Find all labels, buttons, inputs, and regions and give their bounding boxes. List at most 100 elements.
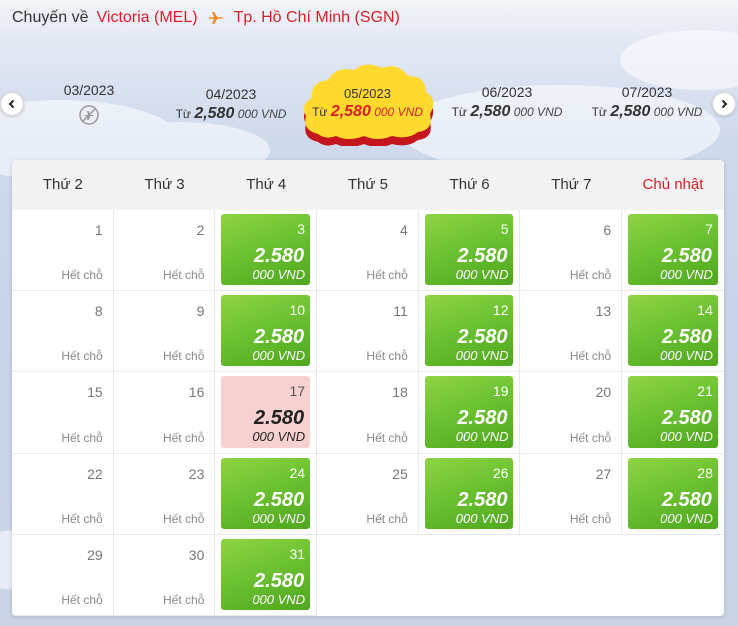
day-number: 17: [289, 383, 306, 400]
fare-box[interactable]: 24 2.580 000 VND: [221, 457, 311, 529]
fare-price-main: 2.580: [254, 245, 305, 267]
fare-box[interactable]: 12 2.580 000 VND: [424, 295, 514, 367]
sold-out-label: Hết chỗ: [61, 349, 103, 364]
calendar-day-cell[interactable]: 21 2.580 000 VND: [622, 372, 724, 454]
fare-box[interactable]: 7 2.580 000 VND: [628, 214, 718, 286]
sold-out-label: Hết chỗ: [569, 268, 612, 283]
day-number: 9: [196, 303, 205, 320]
sold-out-label: Hết chỗ: [366, 349, 408, 364]
calendar-day-cell[interactable]: 12 2.580 000 VND: [418, 291, 521, 373]
calendar-day-cell[interactable]: 28 2.580 000 VND: [622, 454, 724, 535]
fare-price-suffix: 000 VND: [660, 267, 713, 282]
sold-out-label: Hết chỗ: [366, 511, 408, 526]
weekday-header: Thứ 2 Thứ 3 Thứ 4 Thứ 5 Thứ 6 Thứ 7 Chủ …: [12, 160, 724, 210]
fare-box[interactable]: 31 2.580 000 VND: [221, 538, 311, 610]
price-main: 2,580: [610, 103, 651, 120]
fare-price-main: 2.580: [254, 569, 305, 592]
fare-price-main: 2.580: [457, 407, 508, 430]
day-number: 15: [87, 384, 103, 401]
month-tab-07-2023[interactable]: 07/2023 Từ 2,580 000 VND: [584, 84, 710, 121]
fare-price-suffix: 000 VND: [455, 348, 509, 364]
fare-price-main: 2.580: [457, 488, 508, 511]
sold-out-label: Hết chỗ: [163, 268, 205, 283]
day-number: 5: [500, 221, 509, 237]
fare-box[interactable]: 19 2.580 000 VND: [424, 376, 514, 448]
calendar-day-cell: 25 Hết chỗ: [317, 453, 419, 535]
calendar-day-cell[interactable]: 10 2.580 000 VND: [215, 291, 318, 373]
day-number: 1: [94, 222, 103, 238]
fare-price-main: 2.580: [661, 245, 712, 267]
month-name: 06/2023: [481, 84, 533, 100]
fare-box[interactable]: 14 2.580 000 VND: [628, 295, 718, 367]
calendar-day-cell: 20 Hết chỗ: [520, 372, 623, 454]
prev-month-button[interactable]: [0, 92, 24, 116]
fare-box[interactable]: 21 2.580 000 VND: [628, 376, 718, 448]
plane-icon: [208, 10, 224, 26]
weekday-fri: Thứ 6: [449, 176, 490, 193]
weekday-sun: Chủ nhật: [642, 176, 704, 193]
fare-price-suffix: 000 VND: [455, 510, 509, 526]
destination-city: Tp. Hồ Chí Minh (SGN): [233, 9, 400, 26]
day-number: 4: [399, 222, 408, 238]
fare-price-main: 2.580: [254, 407, 305, 430]
calendar-day-cell: 9 Hết chỗ: [113, 291, 216, 373]
month-min-price: Từ 2,580 000 VND: [584, 103, 710, 121]
fare-price-suffix: 000 VND: [660, 348, 713, 364]
weekday-thu: Thứ 5: [347, 176, 388, 193]
fare-price-suffix: 000 VND: [252, 348, 306, 364]
calendar-day-cell[interactable]: 14 2.580 000 VND: [622, 291, 724, 373]
calendar-day-cell[interactable]: 31 2.580 000 VND: [215, 534, 318, 616]
fare-box[interactable]: 5 2.580 000 VND: [424, 214, 514, 286]
calendar-day-cell[interactable]: 3 2.580 000 VND: [215, 210, 318, 292]
fare-box[interactable]: 10 2.580 000 VND: [221, 295, 311, 367]
calendar-day-cell[interactable]: 26 2.580 000 VND: [418, 453, 521, 535]
sold-out-label: Hết chỗ: [569, 430, 612, 445]
day-number: 18: [392, 384, 408, 401]
fare-price-main: 2.580: [457, 326, 508, 349]
sold-out-label: Hết chỗ: [61, 511, 103, 526]
fare-price-main: 2.580: [254, 326, 305, 349]
day-number: 27: [595, 465, 612, 482]
calendar-day-cell[interactable]: 7 2.580 000 VND: [622, 210, 724, 292]
calendar-day-cell[interactable]: 19 2.580 000 VND: [418, 372, 521, 454]
no-flight-icon: [79, 105, 99, 125]
month-tab-06-2023[interactable]: 06/2023 Từ 2,580 000 VND: [444, 84, 570, 121]
day-number: 3: [297, 221, 306, 237]
day-number: 8: [94, 303, 103, 320]
weekday-tue: Thứ 3: [144, 176, 185, 193]
month-tab-03-2023[interactable]: 03/2023: [54, 82, 124, 126]
fare-price-suffix: 000 VND: [252, 267, 306, 282]
sold-out-label: Hết chỗ: [61, 592, 103, 607]
fare-price-main: 2.580: [661, 488, 712, 511]
fare-price-suffix: 000 VND: [252, 510, 306, 526]
month-tab-04-2023[interactable]: 04/2023 Từ 2,580 000 VND: [168, 86, 294, 123]
day-number: 11: [393, 303, 408, 320]
calendar-day-cell[interactable]: 5 2.580 000 VND: [418, 210, 521, 292]
month-name: 05/2023: [344, 86, 391, 101]
day-number: 6: [603, 222, 612, 238]
price-main: 2,580: [470, 103, 511, 120]
sold-out-label: Hết chỗ: [163, 592, 205, 607]
fare-price-main: 2.580: [457, 245, 508, 267]
month-name: 07/2023: [621, 84, 673, 100]
fare-box[interactable]: 26 2.580 000 VND: [424, 457, 514, 529]
calendar-day-cell: 4 Hết chỗ: [317, 210, 419, 292]
next-month-button[interactable]: [712, 92, 736, 116]
calendar-day-cell[interactable]: 24 2.580 000 VND: [215, 453, 318, 535]
day-number: 24: [289, 464, 306, 481]
fare-box[interactable]: 3 2.580 000 VND: [221, 214, 311, 286]
day-number: 28: [697, 464, 713, 481]
day-number: 25: [392, 465, 408, 482]
day-number: 12: [492, 302, 509, 319]
fare-box[interactable]: 28 2.580 000 VND: [628, 457, 718, 529]
selected-fare-box[interactable]: 17 2.580 000 VND: [221, 376, 311, 448]
fare-price-suffix: 000 VND: [455, 267, 509, 282]
from-label: Từ: [312, 105, 328, 119]
calendar-day-cell: 13 Hết chỗ: [520, 291, 623, 373]
calendar-day-cell: 29 Hết chỗ: [12, 534, 114, 616]
calendar-day-cell[interactable]: 17 2.580 000 VND: [215, 372, 318, 454]
month-min-price: Từ 2,580 000 VND: [168, 105, 294, 123]
month-tab-05-2023[interactable]: 05/2023 Từ 2,580 000 VND: [300, 64, 435, 146]
sold-out-label: Hết chỗ: [61, 430, 103, 445]
price-main: 2,580: [330, 103, 371, 120]
